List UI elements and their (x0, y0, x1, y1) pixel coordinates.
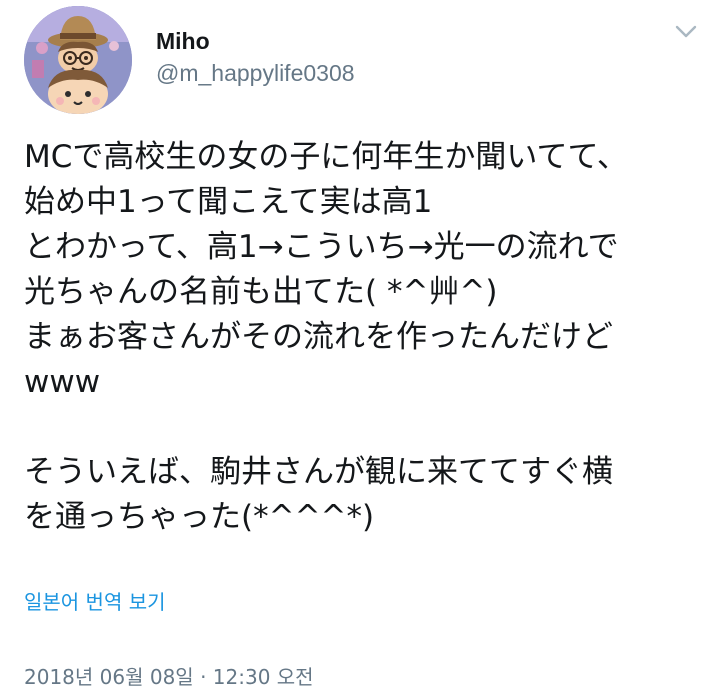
avatar-image (24, 6, 132, 114)
tweet-text: MCで高校生の女の子に何年生か聞いてて、 始め中1って聞こえて実は高1 とわかっ… (24, 139, 628, 535)
display-name[interactable]: Miho (156, 28, 210, 55)
user-handle[interactable]: @m_happylife0308 (156, 60, 355, 87)
translate-link[interactable]: 일본어 번역 보기 (24, 586, 166, 615)
chevron-down-icon[interactable] (674, 24, 698, 40)
tweet-timestamp[interactable]: 2018년 06월 08일 · 12:30 오전 (24, 661, 314, 690)
avatar[interactable] (24, 6, 132, 114)
tweet-card: Miho @m_happylife0308 MCで高校生の女の子に何年生か聞いて… (0, 0, 720, 700)
